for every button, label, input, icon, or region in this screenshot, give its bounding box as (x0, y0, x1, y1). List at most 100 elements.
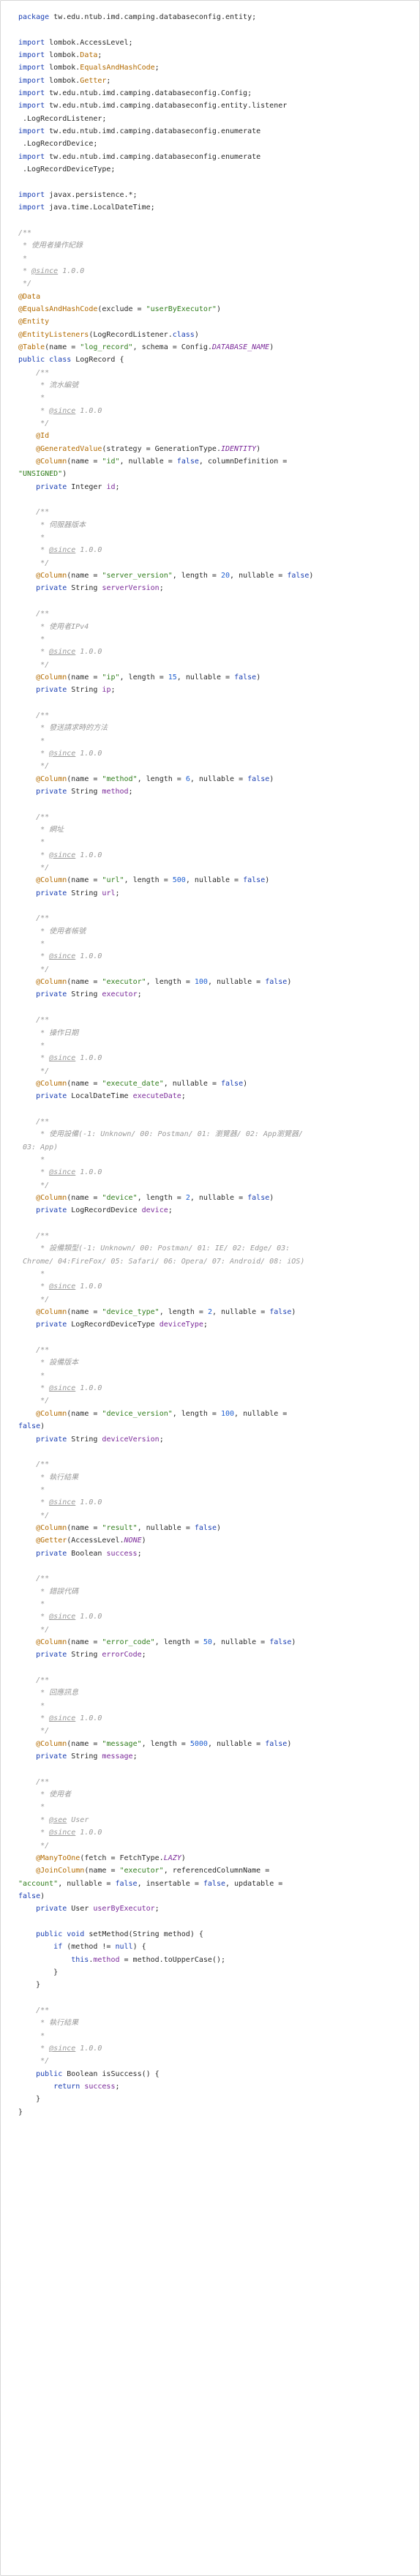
annotation-token: @JoinColumn (36, 1867, 85, 1875)
comment-token: 1.0.0 (75, 1283, 102, 1291)
comment-token: * 伺服器版本 (18, 520, 86, 529)
javadoc-tag-token: @since (49, 1714, 76, 1723)
string-token: "account" (18, 1879, 59, 1888)
number-token: 50 (203, 1638, 212, 1646)
keyword-token: false (269, 1638, 292, 1646)
code-block[interactable]: package tw.edu.ntub.imd.camping.database… (18, 11, 313, 2118)
annotation-token: @Getter (36, 1537, 67, 1545)
code-line: * (18, 1154, 313, 1166)
code-line: /** (18, 1014, 313, 1026)
code-line: */ (18, 557, 313, 570)
number-token: 5000 (190, 1739, 208, 1748)
keyword-token: import (18, 204, 45, 212)
comment-token: 1.0.0 (75, 648, 102, 657)
comment-token: /** (36, 1346, 50, 1355)
code-text: , nullable = (207, 978, 266, 987)
string-token: "error_code" (102, 1638, 155, 1646)
code-text: (name = (67, 1409, 102, 1418)
comment-token: 1.0.0 (75, 1613, 102, 1621)
code-line: * (18, 836, 313, 848)
comment-token: */ (18, 965, 50, 974)
code-text: ) (287, 978, 292, 987)
string-token: "device" (102, 1193, 138, 1202)
code-line: * (18, 735, 313, 747)
comment-token: * 使用者操作紀錄 (18, 242, 83, 250)
code-line: * 發送請求時的方法 (18, 722, 313, 734)
string-token: "executor" (119, 1867, 164, 1875)
code-text: (name = (67, 673, 102, 682)
code-text: tw.edu.ntub.imd.camping.databaseconfig.C… (45, 89, 252, 98)
code-line: /** (18, 1674, 313, 1687)
code-line: * (18, 1484, 313, 1496)
code-text: LogRecordDeviceType (67, 1321, 160, 1329)
field-token: success (106, 1549, 138, 1558)
annotation-token: @Column (36, 876, 67, 885)
code-line: * 伺服器版本 (18, 519, 313, 531)
javadoc-tag-token: @see (49, 1815, 67, 1824)
code-line: private Integer id; (18, 481, 313, 493)
code-text: ) (216, 1523, 222, 1532)
code-line: @Column(name = "method", length = 6, nul… (18, 773, 313, 785)
comment-token: /** (36, 610, 50, 619)
keyword-token: class (172, 330, 195, 339)
comment-token: /** (36, 914, 50, 923)
javadoc-tag-token: @since (49, 1498, 76, 1507)
annotation-token: @GeneratedValue (36, 444, 102, 453)
code-text: ) (287, 1739, 292, 1748)
code-text: LogRecordDevice (67, 1206, 142, 1215)
code-line: private String errorCode; (18, 1649, 313, 1661)
comment-token: /** (36, 2006, 50, 2015)
code-line: * 回應訊息 (18, 1687, 313, 1699)
comment-token: * (18, 648, 50, 657)
code-line: @Column(name = "executor", length = 100,… (18, 976, 313, 988)
code-line: */ (18, 1065, 313, 1078)
code-panel: package tw.edu.ntub.imd.camping.database… (0, 0, 420, 2576)
code-text: Integer (67, 482, 107, 491)
keyword-token: false (18, 1422, 41, 1431)
keyword-token: private (36, 584, 67, 593)
keyword-token: if (53, 1943, 63, 1952)
code-line: private LocalDateTime executeDate; (18, 1090, 313, 1102)
code-text: String (67, 787, 102, 796)
code-line: @Column(name = "error_code", length = 50… (18, 1636, 313, 1649)
field-token: errorCode (102, 1651, 142, 1660)
string-token: "executor" (102, 978, 146, 987)
code-line: * @since 1.0.0 (18, 1712, 313, 1725)
keyword-token: false (115, 1879, 138, 1888)
keyword-token: private (36, 1752, 67, 1761)
keyword-token: false (247, 774, 270, 783)
code-line: "UNSIGNED") (18, 468, 313, 480)
comment-token: * 操作日期 (18, 1028, 79, 1037)
code-line: @Column(name = "id", nullable = false, c… (18, 455, 313, 468)
comment-token: * (18, 1815, 50, 1824)
comment-token: * (18, 534, 45, 542)
comment-token: 1.0.0 (75, 1168, 102, 1177)
code-line: public void setMethod(String method) { (18, 1928, 313, 1941)
code-line: 03: App) (18, 1141, 313, 1154)
code-text: , nullable = (185, 876, 244, 885)
string-token: "id" (102, 458, 120, 466)
code-text: ; (110, 686, 116, 695)
code-text: , length = (146, 978, 195, 987)
keyword-token: import (18, 102, 45, 111)
code-text: , nullable = (211, 1308, 270, 1317)
code-text: ; (106, 76, 111, 85)
code-line: * @since 1.0.0 (18, 1052, 313, 1064)
field-token: serverVersion (102, 584, 160, 593)
field-token: executeDate (132, 1092, 181, 1101)
comment-token: * 使用者帳號 (18, 927, 86, 936)
code-line: * 執行結果 (18, 1471, 313, 1484)
